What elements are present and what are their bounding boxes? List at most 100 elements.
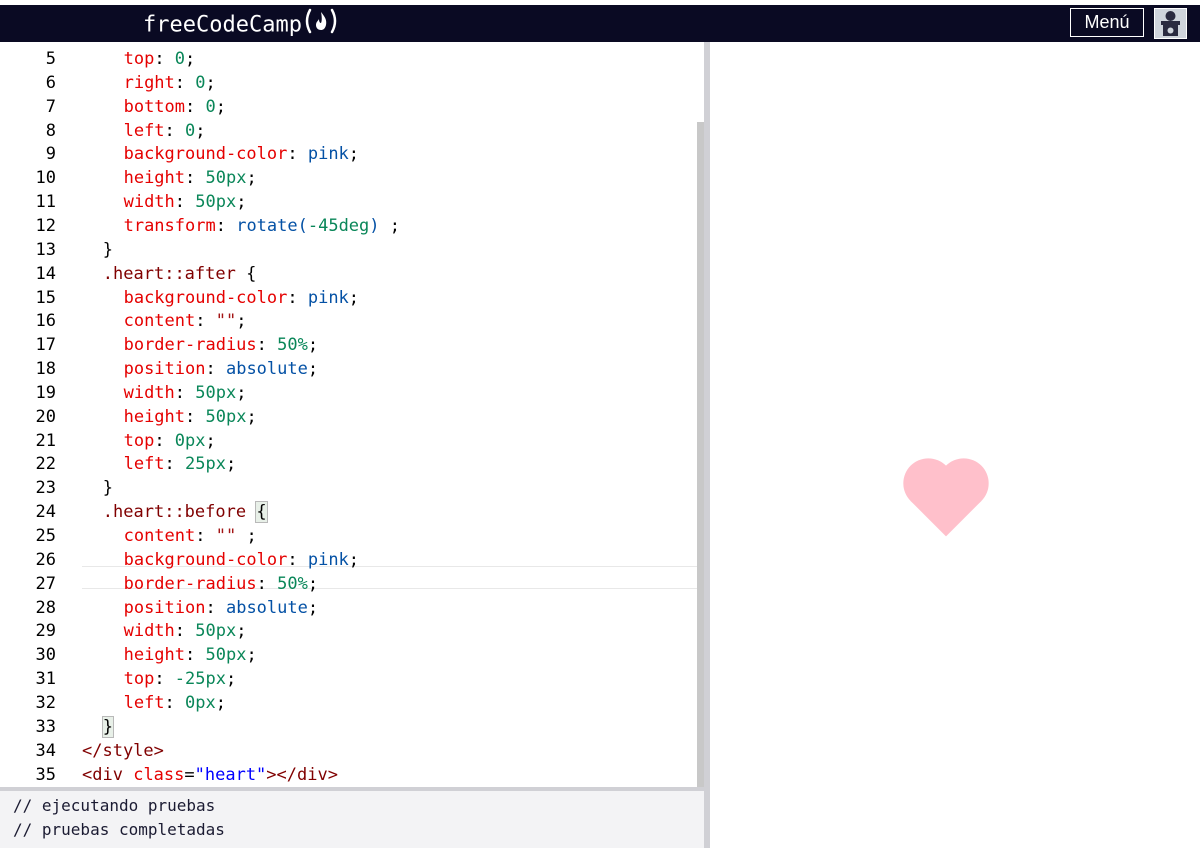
code-line: 18 position: absolute; — [0, 357, 697, 381]
line-number: 28 — [35, 597, 56, 618]
code-line: 27 border-radius: 50%; — [0, 572, 697, 596]
line-number: 19 — [35, 382, 56, 403]
code-line: 28 position: absolute; — [0, 596, 697, 620]
code-text: content: ""; — [123, 311, 247, 332]
code-line: 26 background-color: pink; — [0, 548, 697, 572]
line-number: 8 — [45, 120, 56, 141]
line-number: 30 — [35, 645, 56, 666]
code-text: background-color: pink; — [123, 549, 360, 570]
code-editor[interactable]: 5 top: 0; 6 right: 0; 7 bottom: 0; 8 left: 0; 9 b… — [0, 42, 703, 787]
line-number: 14 — [35, 263, 56, 284]
code-text: .heart::before { — [102, 501, 268, 524]
code-line: 12 transform: rotate(-45deg) ; — [0, 214, 697, 238]
code-line: 32 left: 0px; — [0, 691, 697, 715]
editor-scrollbar[interactable] — [697, 122, 704, 787]
code-text: left: 0px; — [123, 692, 226, 713]
code-line: 10 height: 50px; — [0, 166, 697, 190]
line-number: 11 — [35, 192, 56, 213]
line-number: 25 — [35, 526, 56, 546]
code-text: border-radius: 50%; — [123, 335, 319, 356]
line-number: 21 — [35, 430, 56, 451]
brand-name: freeCodeCamp — [143, 12, 302, 38]
line-number: 18 — [35, 359, 56, 380]
code-line: 30 height: 50px; — [0, 643, 697, 667]
code-line: 6 right: 0; — [0, 71, 697, 95]
line-number: 16 — [35, 311, 56, 332]
code-line: 14 .heart::after { — [0, 262, 697, 286]
code-line: 16 content: ""; — [0, 309, 697, 333]
line-number: 27 — [35, 573, 56, 594]
user-avatar-icon[interactable] — [1154, 8, 1187, 39]
code-text: height: 50px; — [123, 645, 257, 666]
code-text: .heart::after { — [102, 263, 257, 284]
code-line: 7 bottom: 0; — [0, 95, 697, 119]
code-text: } — [101, 715, 115, 738]
code-text: } — [102, 239, 114, 260]
line-number: 31 — [35, 669, 56, 690]
console-line: // ejecutando pruebas — [13, 796, 216, 815]
brand-logo[interactable]: freeCodeCamp — [143, 8, 340, 43]
code-text: width: 50px; — [123, 621, 247, 642]
preview-pane — [710, 42, 1200, 848]
code-line: 5 top: 0; — [0, 47, 697, 71]
code-text: background-color: pink; — [123, 144, 360, 165]
code-line: 15 background-color: pink; — [0, 286, 697, 310]
flame-icon — [302, 8, 340, 43]
line-number: 7 — [45, 96, 56, 117]
line-number: 12 — [35, 215, 56, 236]
line-number: 6 — [45, 72, 56, 93]
code-line: 13} — [0, 238, 697, 262]
line-number: 20 — [35, 406, 56, 427]
code-line: 17 border-radius: 50%; — [0, 333, 697, 357]
code-line: 22 left: 25px; — [0, 452, 697, 476]
code-line: 31 top: -25px; — [0, 667, 697, 691]
code-text: top: 0px; — [123, 430, 216, 451]
code-text: left: 0; — [123, 120, 206, 141]
code-text: } — [102, 478, 114, 499]
code-line: 23} — [0, 476, 697, 500]
line-number: 17 — [35, 335, 56, 356]
code-line: 34 </style> — [0, 739, 697, 763]
code-line: 21 top: 0px; — [0, 429, 697, 453]
line-number: 10 — [35, 168, 56, 189]
line-number: 33 — [35, 716, 56, 737]
code-text: content: "" ; — [123, 526, 257, 546]
line-number: 34 — [35, 740, 56, 761]
line-number: 15 — [35, 287, 56, 308]
code-line: 25 content: "" ; — [0, 524, 697, 548]
code-text: bottom: 0; — [123, 96, 226, 117]
code-text: <div class="heart"></div> — [82, 764, 338, 785]
line-number: 29 — [35, 621, 56, 642]
code-line: 29 width: 50px; — [0, 619, 697, 643]
menu-button[interactable]: Menú — [1070, 8, 1144, 37]
line-number: 23 — [35, 478, 56, 499]
line-number: 24 — [35, 502, 56, 523]
code-text: width: 50px; — [123, 192, 247, 213]
code-text: width: 50px; — [123, 382, 247, 403]
code-line: 11 width: 50px; — [0, 190, 697, 214]
code-line: 35 <div class="heart"></div> — [0, 763, 697, 787]
line-number: 22 — [35, 454, 56, 475]
code-text: right: 0; — [123, 72, 216, 93]
code-line: 20 height: 50px; — [0, 405, 697, 429]
code-line: 8 left: 0; — [0, 119, 697, 143]
line-number: 26 — [35, 549, 56, 570]
code-line: 24 .heart::before { — [0, 500, 697, 524]
code-text: top: -25px; — [123, 669, 237, 690]
line-number: 5 — [45, 49, 56, 69]
code-text: background-color: pink; — [123, 287, 360, 308]
code-text: height: 50px; — [123, 406, 257, 427]
code-text: left: 25px; — [123, 454, 237, 475]
test-console: // ejecutando pruebas // pruebas complet… — [0, 787, 704, 848]
code-line: 9 background-color: pink; — [0, 142, 697, 166]
code-text: </style> — [82, 740, 164, 761]
code-text: position: absolute; — [123, 359, 319, 380]
code-line: 19 width: 50px; — [0, 381, 697, 405]
code-line: 33} — [0, 715, 697, 739]
line-number: 9 — [45, 144, 56, 165]
line-number: 13 — [35, 239, 56, 260]
code-text: transform: rotate(-45deg) ; — [123, 215, 401, 236]
code-text: border-radius: 50%; — [123, 573, 319, 594]
code-text: height: 50px; — [123, 168, 257, 189]
line-number: 32 — [35, 692, 56, 713]
